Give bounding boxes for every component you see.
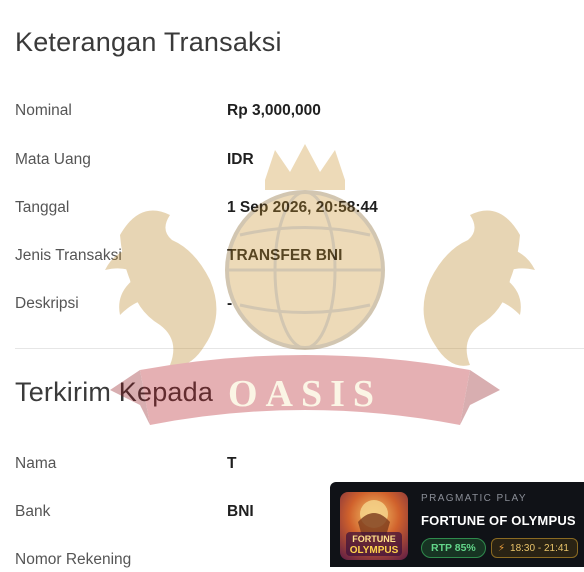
- detail-value: Rp 3,000,000: [227, 102, 321, 119]
- recipient-title: Terkirim Kepada: [15, 377, 214, 407]
- detail-label: Jenis Transaksi: [15, 247, 122, 264]
- time-range: 18:30 - 21:41: [510, 542, 569, 554]
- game-title[interactable]: FORTUNE OF OLYMPUS: [421, 513, 576, 528]
- recipient-label: Bank: [15, 503, 51, 520]
- lightning-icon: ⚡: [498, 542, 506, 554]
- detail-row-nominal: Nominal Rp 3,000,000: [15, 99, 575, 123]
- detail-label: Nominal: [15, 102, 72, 119]
- detail-value: TRANSFER BNI: [227, 247, 343, 264]
- detail-value: 1 Sep 2026, 20:58:44: [227, 199, 378, 216]
- transaction-details-title: Keterangan Transaksi: [15, 27, 282, 57]
- game-thumbnail[interactable]: FORTUNE OLYMPUS: [340, 492, 408, 560]
- recipient-value: BNI: [227, 503, 254, 520]
- recipient-label: Nomor Rekening: [15, 551, 132, 568]
- detail-label: Mata Uang: [15, 151, 91, 168]
- watermark-text: OASIS: [228, 373, 382, 415]
- detail-row-currency: Mata Uang IDR: [15, 148, 575, 172]
- left-griffin-icon: [120, 210, 217, 366]
- recipient-value: T: [227, 455, 237, 472]
- time-badge: ⚡ 18:30 - 21:41: [491, 538, 578, 558]
- detail-value: IDR: [227, 151, 254, 168]
- section-divider: [15, 348, 584, 349]
- game-provider: PRAGMATIC PLAY: [421, 493, 527, 504]
- detail-value: -: [227, 295, 233, 312]
- detail-row-date: Tanggal 1 Sep 2026, 20:58:44: [15, 196, 575, 220]
- detail-row-type: Jenis Transaksi TRANSFER BNI: [15, 244, 575, 268]
- thumbnail-text-top: FORTUNE: [352, 534, 396, 544]
- detail-label: Tanggal: [15, 199, 70, 216]
- right-griffin-icon: [423, 210, 520, 366]
- recipient-row-name: Nama T: [15, 452, 575, 476]
- detail-label: Deskripsi: [15, 295, 79, 312]
- detail-row-description: Deskripsi -: [15, 292, 575, 316]
- rtp-badge: RTP 85%: [421, 538, 486, 558]
- recipient-label: Nama: [15, 455, 57, 472]
- thumbnail-text-bottom: OLYMPUS: [350, 545, 399, 556]
- game-promo-card[interactable]: FORTUNE OLYMPUS PRAGMATIC PLAY FORTUNE O…: [330, 482, 584, 567]
